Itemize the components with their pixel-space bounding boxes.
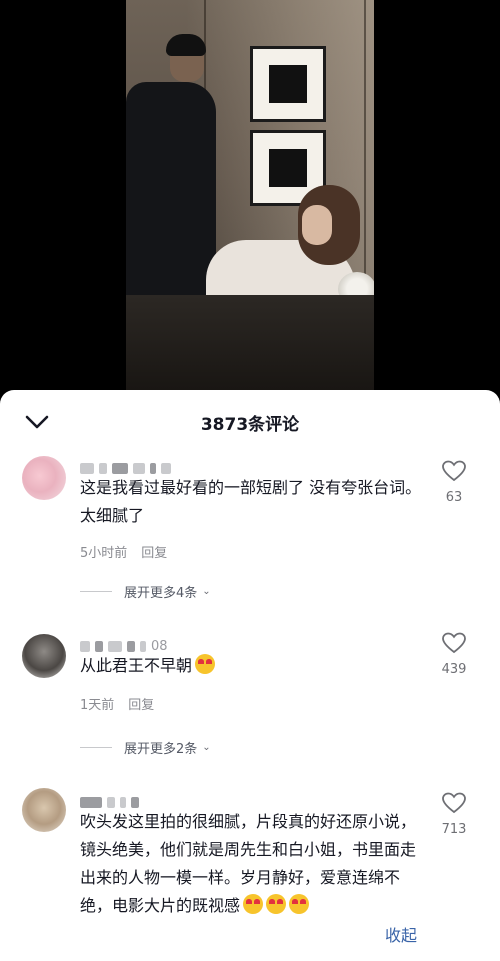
- foreground-table: [126, 295, 374, 390]
- chevron-down-icon: ⌄: [202, 742, 211, 753]
- comment-text: 从此君王不早朝: [80, 652, 430, 680]
- comment-sheet: 3873条评论 这是我看过最好看的一部短剧了 没有夸张台词。太细腻了 5小时前回…: [0, 390, 500, 961]
- man-figure: [126, 30, 216, 322]
- avatar[interactable]: [22, 634, 66, 678]
- video-player[interactable]: [0, 0, 500, 390]
- comment-time: 5小时前: [80, 546, 128, 561]
- like-count: 713: [441, 822, 467, 837]
- heart-icon: [442, 792, 466, 814]
- video-frame: [126, 0, 374, 390]
- like-count: 439: [441, 662, 467, 677]
- reply-button[interactable]: 回复: [128, 698, 154, 713]
- comment-sheet-header: 3873条评论: [0, 390, 500, 454]
- like-count: 63: [445, 490, 463, 505]
- expand-replies-button[interactable]: 展开更多4条 ⌄: [80, 582, 211, 601]
- comment-meta: 5小时前 回复: [80, 542, 181, 561]
- comment-text: 这是我看过最好看的一部短剧了 没有夸张台词。太细腻了: [80, 478, 422, 525]
- chevron-down-icon: ⌄: [202, 586, 211, 597]
- like-button[interactable]: 439: [432, 632, 476, 677]
- expand-replies-button[interactable]: 展开更多2条 ⌄: [80, 738, 211, 757]
- heart-eyes-emoji-icon: [266, 894, 287, 914]
- reply-button[interactable]: 回复: [141, 546, 167, 561]
- heart-eyes-emoji-icon: [289, 894, 310, 914]
- like-button[interactable]: 63: [432, 460, 476, 505]
- comment-meta: 1天前 回复: [80, 694, 168, 713]
- wall-art-top: [250, 46, 326, 122]
- avatar[interactable]: [22, 788, 66, 832]
- like-button[interactable]: 713: [432, 792, 476, 837]
- collapse-comment-link[interactable]: 收起: [385, 922, 417, 946]
- heart-icon: [442, 460, 466, 482]
- comment-count-title: 3873条评论: [200, 415, 300, 435]
- comment-text: 吹头发这里拍的很细腻，片段真的好还原小说，镜头绝美，他们就是周先生和白小姐，书里…: [80, 812, 417, 915]
- comment-time: 1天前: [80, 698, 115, 713]
- crying-emoji-icon: [195, 654, 216, 674]
- avatar[interactable]: [22, 456, 66, 500]
- heart-eyes-emoji-icon: [243, 894, 264, 914]
- heart-icon: [442, 632, 466, 654]
